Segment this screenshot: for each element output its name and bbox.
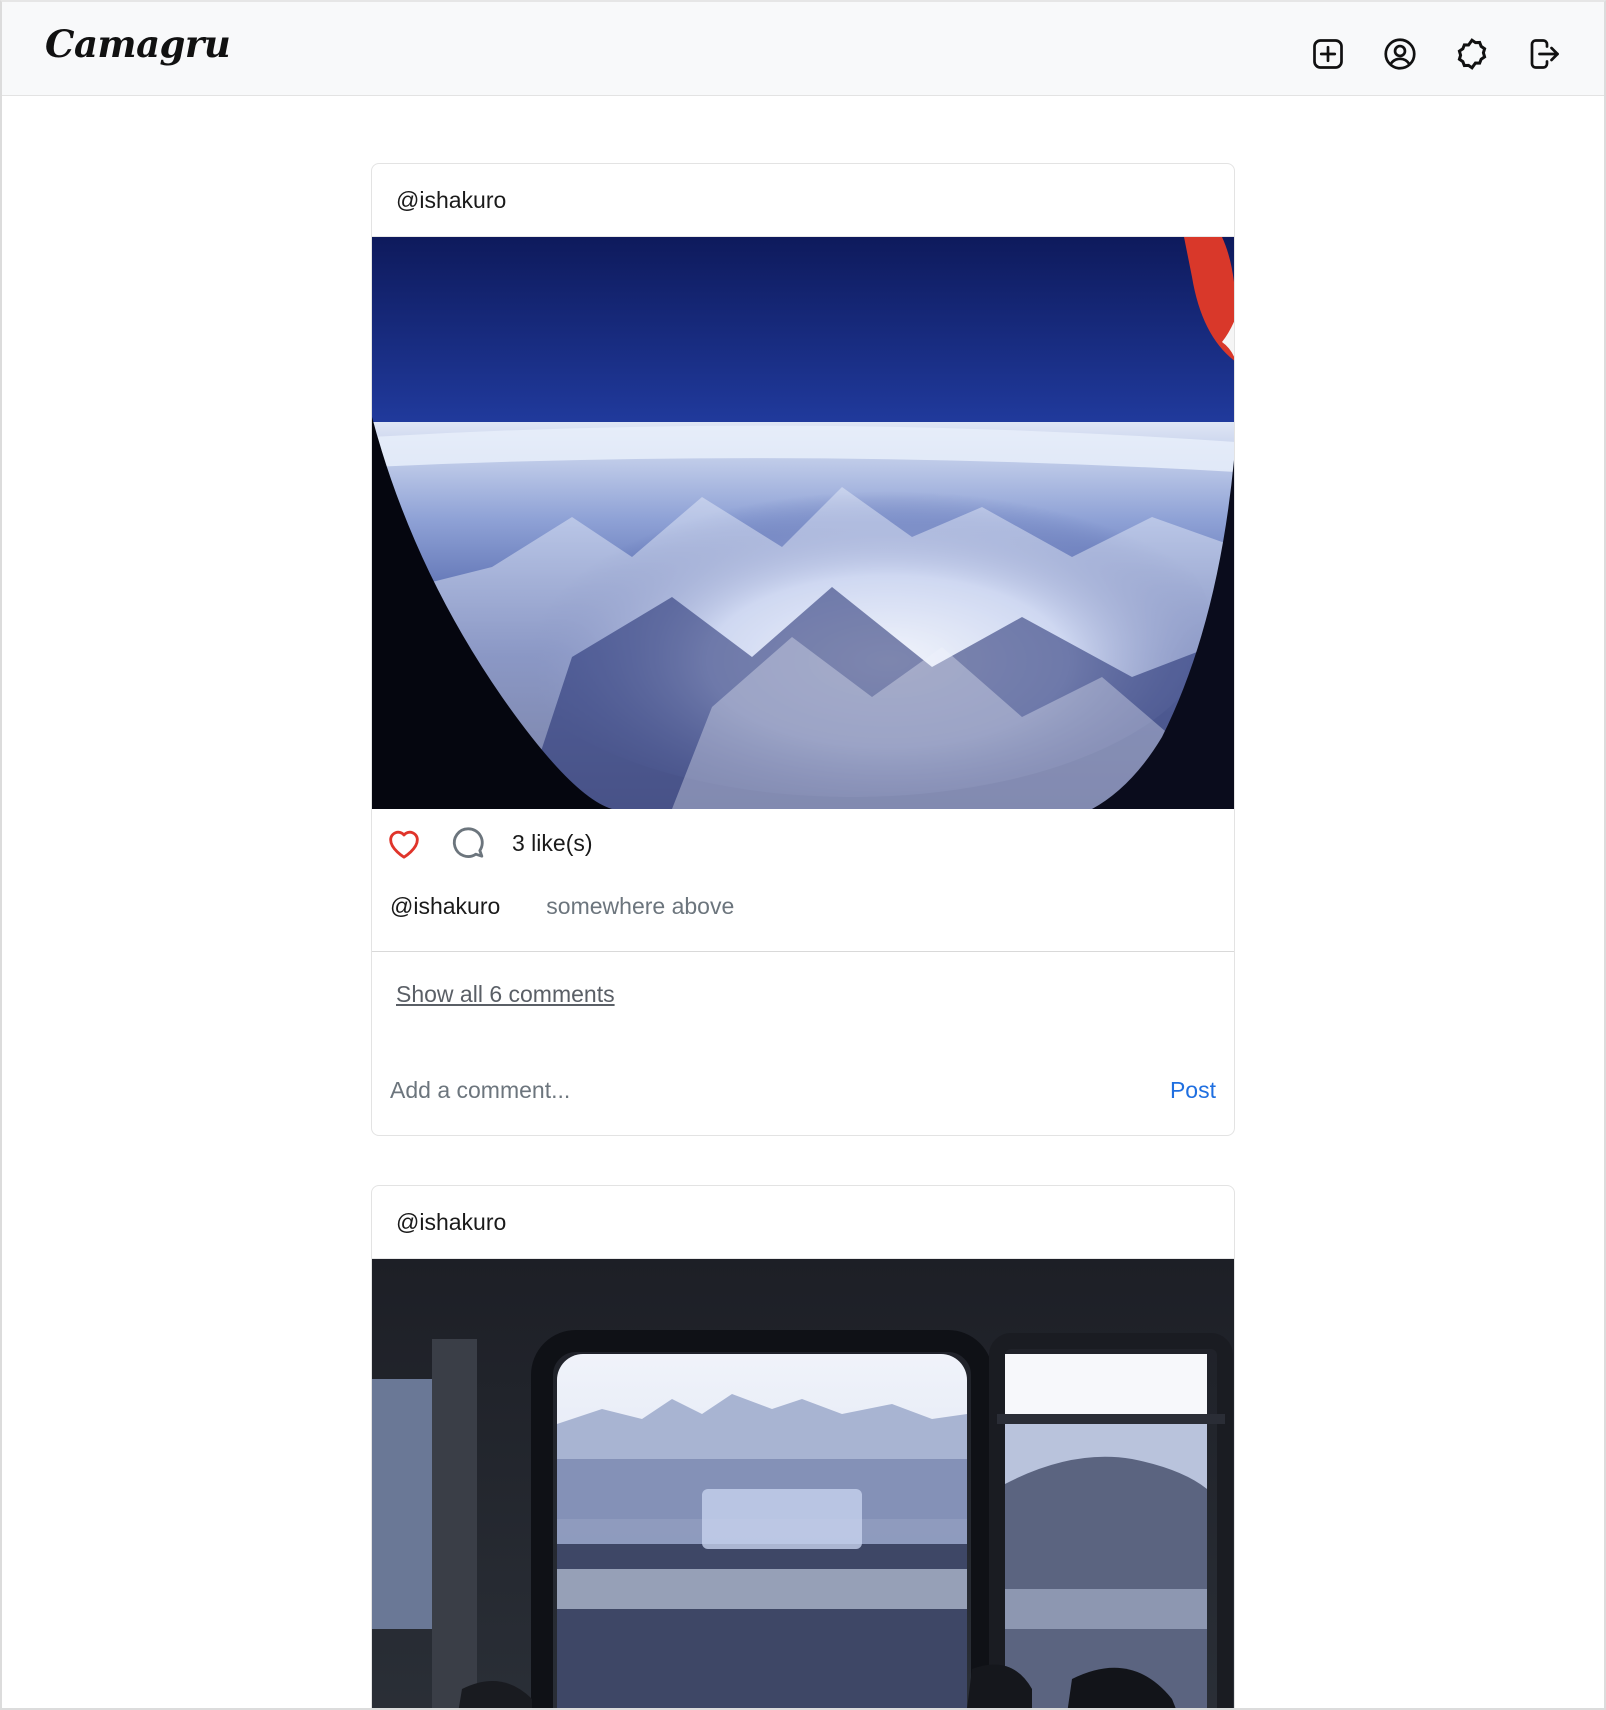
post-photo[interactable]: [372, 237, 1234, 809]
nav-icons: [1310, 36, 1562, 72]
post-card: @ishakuro: [371, 1185, 1235, 1708]
plus-square-icon[interactable]: [1310, 36, 1346, 72]
post-author[interactable]: @ishakuro: [372, 1186, 1234, 1259]
brand-logo[interactable]: Camagru: [45, 22, 231, 66]
post-actions: 3 like(s): [372, 809, 1234, 877]
post-comment-button[interactable]: Post: [1170, 1077, 1216, 1104]
settings-icon[interactable]: [1454, 36, 1490, 72]
caption-user[interactable]: @ishakuro: [390, 893, 500, 920]
likes-count: 3 like(s): [512, 829, 593, 856]
post-card: @ishakuro: [371, 163, 1235, 1136]
post-caption: @ishakuro somewhere above: [372, 877, 1234, 935]
post-author[interactable]: @ishakuro: [372, 164, 1234, 237]
post-photo[interactable]: [372, 1259, 1234, 1708]
browser-frame: Camagru @ishakuro 3 like(s) @ishakuro so…: [0, 0, 1606, 1710]
comment-input[interactable]: [390, 1076, 1170, 1104]
comment-form: Post: [372, 1045, 1234, 1135]
divider: [372, 951, 1234, 952]
caption-text: somewhere above: [546, 892, 735, 919]
user-circle-icon[interactable]: [1382, 36, 1418, 72]
navbar: Camagru: [2, 2, 1604, 96]
comment-bubble-icon[interactable]: [448, 823, 488, 863]
logout-icon[interactable]: [1526, 36, 1562, 72]
show-comments-link[interactable]: Show all 6 comments: [396, 981, 615, 1008]
like-heart-icon[interactable]: [384, 823, 424, 863]
